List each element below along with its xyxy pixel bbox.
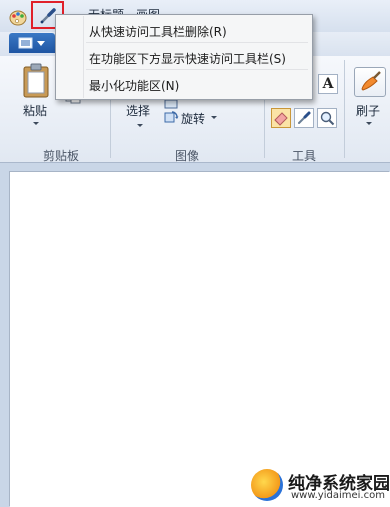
- brushes-button[interactable]: 刷子: [351, 62, 389, 134]
- menu-separator: [86, 42, 308, 43]
- menu-separator: [86, 69, 308, 70]
- watermark-logo: [251, 469, 283, 501]
- watermark-url: www.yidaimei.com: [291, 490, 385, 501]
- rotate-button[interactable]: 旋转: [163, 108, 223, 126]
- paste-dropdown-icon[interactable]: [33, 122, 39, 125]
- menu-gutter: [83, 16, 84, 98]
- remove-from-qat-menu-item[interactable]: 从快速访问工具栏删除(R): [89, 23, 227, 40]
- minimize-ribbon-menu-item[interactable]: 最小化功能区(N): [89, 77, 179, 94]
- rotate-label: 旋转: [181, 112, 206, 126]
- clipboard-icon: [23, 63, 49, 98]
- brush-icon: [354, 67, 386, 97]
- tools-group-label: 工具: [291, 149, 316, 163]
- paste-label: 粘贴: [23, 104, 48, 118]
- text-tool-icon[interactable]: A: [318, 74, 338, 94]
- group-divider: [344, 60, 345, 158]
- brushes-label: 刷子: [356, 104, 381, 118]
- paint-app-icon[interactable]: [8, 7, 28, 27]
- eraser-tool-icon[interactable]: [271, 108, 291, 128]
- rotate-dropdown-icon[interactable]: [211, 116, 217, 119]
- file-menu-icon: [18, 37, 45, 49]
- brushes-dropdown-icon[interactable]: [366, 122, 372, 125]
- quick-access-context-menu: 从快速访问工具栏删除(R) 在功能区下方显示快速访问工具栏(S) 最小化功能区(…: [55, 14, 313, 100]
- rotate-icon: [164, 111, 179, 123]
- file-menu-button[interactable]: [9, 33, 55, 53]
- image-group-label: 图像: [174, 149, 199, 163]
- drawing-canvas[interactable]: [10, 172, 390, 507]
- text-tool-glyph: A: [322, 76, 334, 92]
- select-dropdown-icon[interactable]: [137, 124, 143, 127]
- select-label: 选择: [126, 104, 151, 118]
- select-button[interactable]: 选择: [122, 100, 156, 136]
- show-qat-below-ribbon-menu-item[interactable]: 在功能区下方显示快速访问工具栏(S): [89, 50, 286, 67]
- paste-button[interactable]: 粘贴: [14, 62, 58, 134]
- color-picker-tool-icon[interactable]: [294, 108, 314, 128]
- clipboard-group-label: 剪贴板: [42, 149, 79, 163]
- magnifier-tool-icon[interactable]: [317, 108, 337, 128]
